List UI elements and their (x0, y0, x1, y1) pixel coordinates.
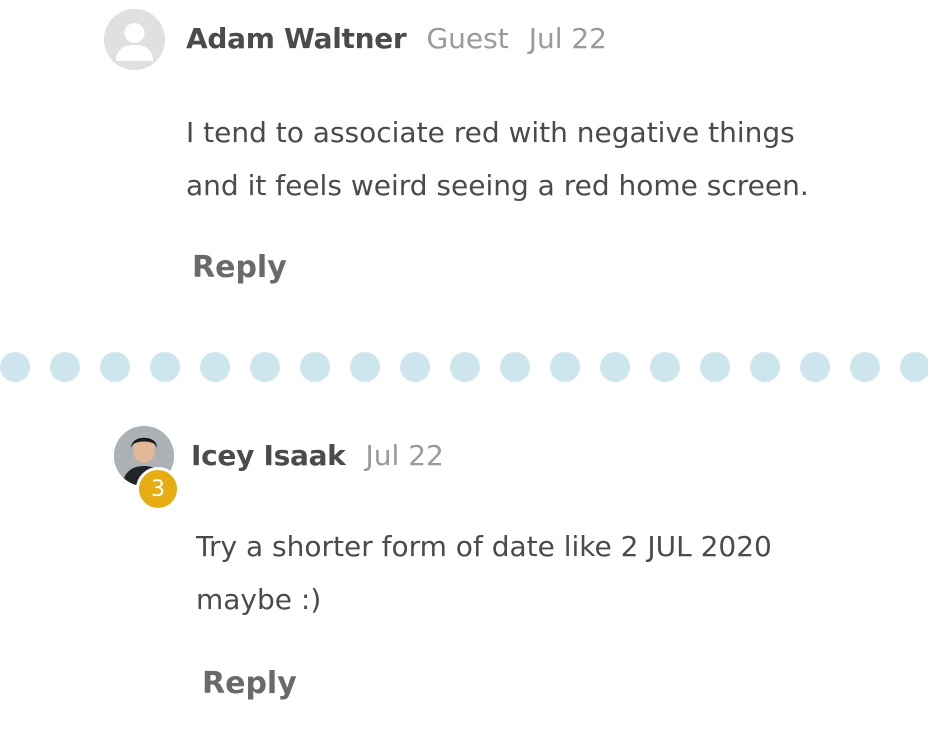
comment-header: Icey Isaak Jul 22 (191, 435, 444, 475)
divider-dot (100, 352, 130, 382)
user-placeholder-icon[interactable] (104, 9, 165, 70)
reply-button[interactable]: Reply (192, 250, 287, 285)
comment-date: Jul 22 (365, 438, 444, 472)
reply-button[interactable]: Reply (202, 666, 297, 701)
divider-dot (650, 352, 680, 382)
divider-dot (200, 352, 230, 382)
divider-dot (350, 352, 380, 382)
comment-line: maybe :) (196, 583, 322, 616)
divider-dot (400, 352, 430, 382)
rank-badge: 3 (136, 467, 180, 511)
divider-dot (250, 352, 280, 382)
divider-dot (450, 352, 480, 382)
comment-body: I tend to associate red with negative th… (186, 106, 866, 212)
divider-dot (700, 352, 730, 382)
divider-dot (750, 352, 780, 382)
comment-line: Try a shorter form of date like 2 JUL 20… (196, 530, 772, 563)
comment-item: Adam Waltner Guest Jul 22 I tend to asso… (0, 0, 928, 320)
divider-dot (0, 352, 30, 382)
divider-dot (150, 352, 180, 382)
comment-header: Adam Waltner Guest Jul 22 (186, 18, 607, 58)
divider-dot (500, 352, 530, 382)
comment-line: and it feels weird seeing a red home scr… (186, 169, 809, 202)
dotted-divider (0, 352, 928, 382)
author-role: Guest (426, 21, 509, 55)
author-name[interactable]: Icey Isaak (191, 439, 346, 472)
comment-line: I tend to associate red with negative th… (186, 116, 795, 149)
author-name[interactable]: Adam Waltner (186, 22, 407, 55)
divider-dot (50, 352, 80, 382)
comment-body: Try a shorter form of date like 2 JUL 20… (196, 520, 876, 626)
divider-dot (900, 352, 928, 382)
divider-dot (550, 352, 580, 382)
divider-dot (300, 352, 330, 382)
divider-dot (800, 352, 830, 382)
divider-dot (600, 352, 630, 382)
divider-dot (850, 352, 880, 382)
comment-date: Jul 22 (528, 21, 607, 55)
